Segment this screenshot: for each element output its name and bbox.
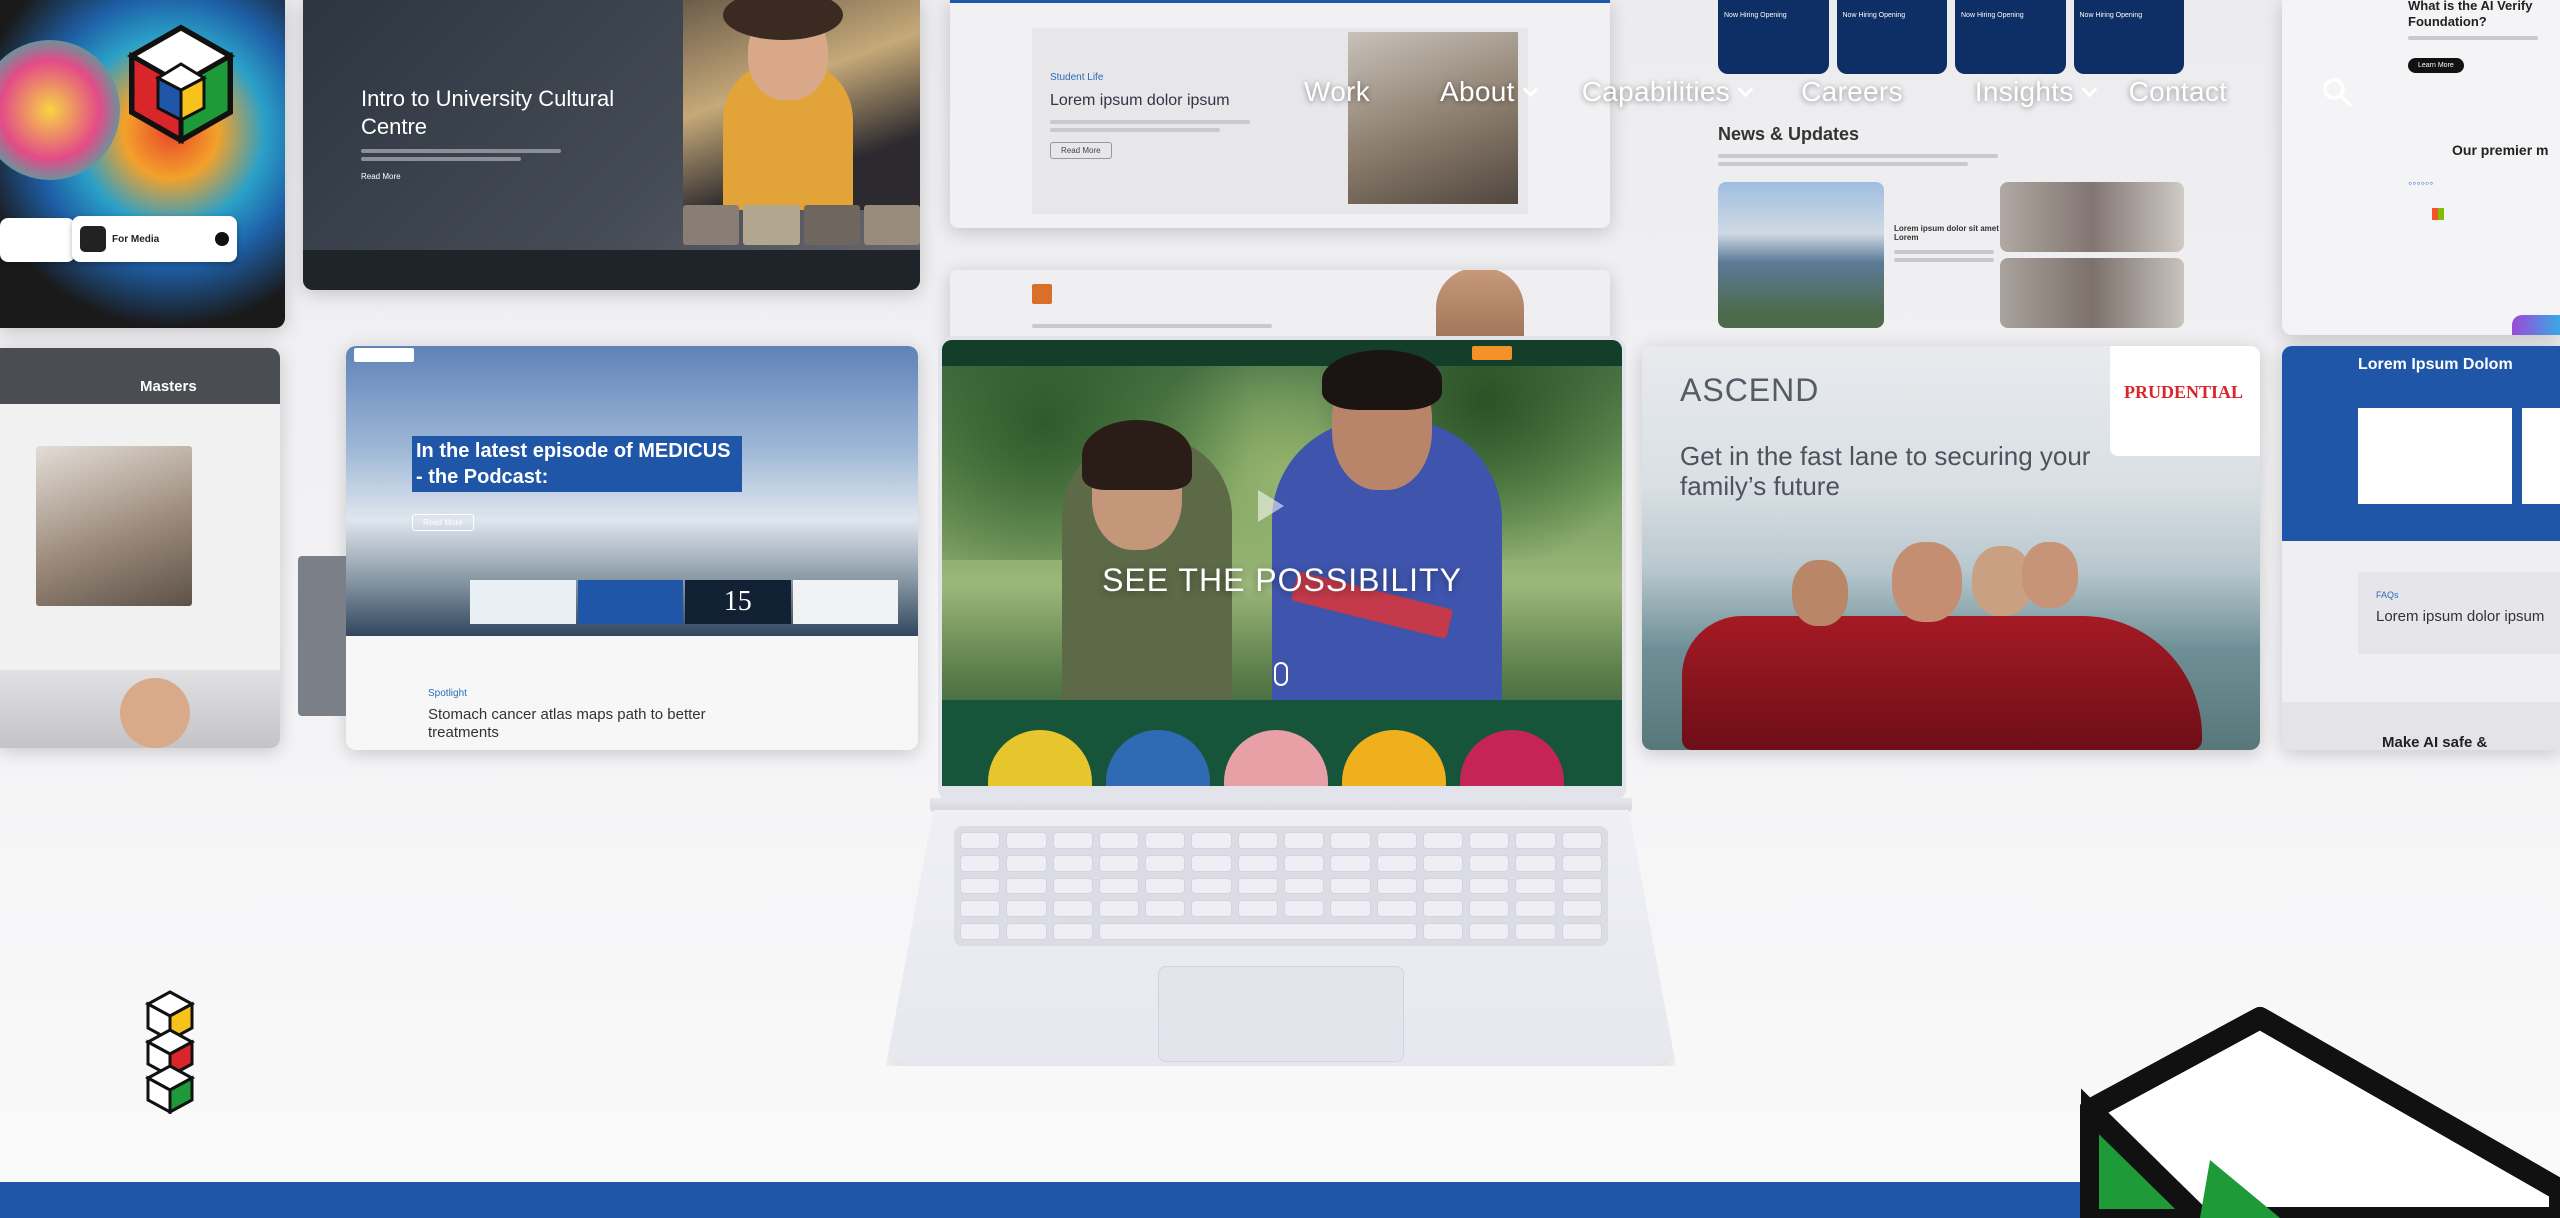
faqs-tag: FAQs: [2376, 590, 2399, 600]
ascend-card[interactable]: ASCEND PRUDENTIAL Get in the fast lane t…: [1642, 346, 2260, 750]
main-nav: Work About Capabilities Careers Insights…: [1304, 72, 2353, 112]
bottom-bar: [0, 1182, 2080, 1218]
nav-contact[interactable]: Contact: [2129, 76, 2228, 108]
culture-card[interactable]: Intro to University Cultural Centre Read…: [303, 0, 920, 290]
masters-card[interactable]: Masters: [0, 348, 280, 748]
news-photo-2[interactable]: [2000, 258, 2184, 328]
medicus-title: In the latest episode of MEDICUS - the P…: [412, 436, 742, 492]
nav-work[interactable]: Work: [1304, 76, 1370, 108]
spotlight-title: Stomach cancer atlas maps path to better…: [428, 706, 706, 741]
student-life-tag: Student Life: [1050, 72, 1104, 83]
laptop: SEE THE POSSIBILITY: [886, 330, 1676, 1080]
chevron-down-icon: [1737, 81, 1754, 97]
trackpad: [1158, 966, 1404, 1062]
cafe-photo: [1348, 32, 1518, 204]
play-icon[interactable]: [1258, 490, 1284, 522]
lorem-dolom-card[interactable]: Lorem Ipsum Dolom FAQs Lorem ipsum dolor…: [2282, 346, 2560, 750]
student-life-title: Lorem ipsum dolor ipsum: [1050, 92, 1230, 109]
prudential-logo: PRUDENTIAL: [2110, 346, 2260, 456]
student-life-card[interactable]: Student Life Lorem ipsum dolor ipsum Rea…: [950, 0, 1610, 228]
chevron-down-icon: [1522, 81, 1538, 97]
microsoft-icon: [2432, 208, 2444, 220]
episode-number: 15: [685, 580, 791, 624]
make-ai-safe: Make AI safe &: [2382, 734, 2488, 750]
job-card[interactable]: Now Hiring Opening: [1836, 0, 1947, 74]
arrow-icon: [215, 232, 229, 246]
logo-row: ◦◦◦◦◦◦: [2408, 176, 2434, 190]
job-card[interactable]: Now Hiring Opening: [1955, 0, 2066, 74]
job-card[interactable]: Now Hiring Opening: [2073, 0, 2184, 74]
ai-verify-card[interactable]: What is the AI Verify Foundation? Learn …: [2282, 0, 2560, 335]
search-button[interactable]: [2321, 76, 2353, 108]
news-item-title: Lorem ipsum dolor sit amet Lorem: [1894, 224, 1999, 242]
building-photo[interactable]: [1718, 182, 1884, 328]
page: For Media Intro to University Cultural C…: [0, 0, 2560, 1218]
logo-icon: [126, 24, 236, 145]
for-media-label: For Media: [112, 233, 160, 245]
premier-members: Our premier m: [2452, 142, 2549, 158]
cube-stack-icon: [144, 990, 196, 1115]
masters-photo: [36, 446, 192, 606]
spotlight-tag: Spotlight: [428, 688, 467, 699]
keyboard: [954, 826, 1608, 946]
media-icon: [80, 226, 106, 252]
learn-more-button[interactable]: Learn More: [2408, 58, 2464, 73]
job-cards: Now Hiring Opening Now Hiring Opening No…: [1718, 0, 2184, 74]
chevron-down-icon: [2081, 81, 2097, 97]
search-icon: [2323, 78, 2353, 107]
lorem-dolom-title: Lorem Ipsum Dolom: [2358, 356, 2513, 373]
faq-title: Lorem ipsum dolor ipsum: [2376, 608, 2545, 625]
ascend-headline: Get in the fast lane to securing your fa…: [1680, 441, 2091, 501]
ascend-logo: ASCEND: [1680, 372, 1820, 408]
for-media-pill[interactable]: For Media: [72, 216, 237, 262]
news-section: News & Updates Lorem ipsum dolor sit ame…: [1718, 120, 2188, 332]
masters-label: Masters: [140, 378, 197, 395]
culture-title: Intro to University Cultural Centre: [361, 86, 615, 139]
nav-careers[interactable]: Careers: [1801, 76, 1903, 108]
medicus-card[interactable]: In the latest episode of MEDICUS - the P…: [346, 346, 918, 750]
job-card[interactable]: Now Hiring Opening: [1718, 0, 1829, 74]
person-photo: [0, 670, 280, 748]
news-title: News & Updates: [1718, 124, 1860, 144]
student-life-button[interactable]: Read More: [1050, 142, 1112, 159]
ai-verify-title: What is the AI Verify Foundation?: [2408, 0, 2533, 29]
large-cube-icon: [2069, 1000, 2560, 1218]
nav-capabilities[interactable]: Capabilities: [1582, 76, 1754, 108]
site-logo[interactable]: [126, 24, 236, 160]
culture-read-more[interactable]: Read More: [361, 172, 401, 181]
hero-headline: SEE THE POSSIBILITY: [1102, 562, 1462, 598]
nav-about[interactable]: About: [1440, 76, 1538, 108]
news-photo-1[interactable]: [2000, 182, 2184, 252]
medicus-button[interactable]: Read More: [412, 514, 474, 531]
scroll-icon: [1274, 662, 1288, 686]
mini-nav: [942, 340, 1622, 366]
nav-insights[interactable]: Insights: [1975, 76, 2097, 108]
laptop-screen[interactable]: SEE THE POSSIBILITY: [942, 340, 1622, 786]
